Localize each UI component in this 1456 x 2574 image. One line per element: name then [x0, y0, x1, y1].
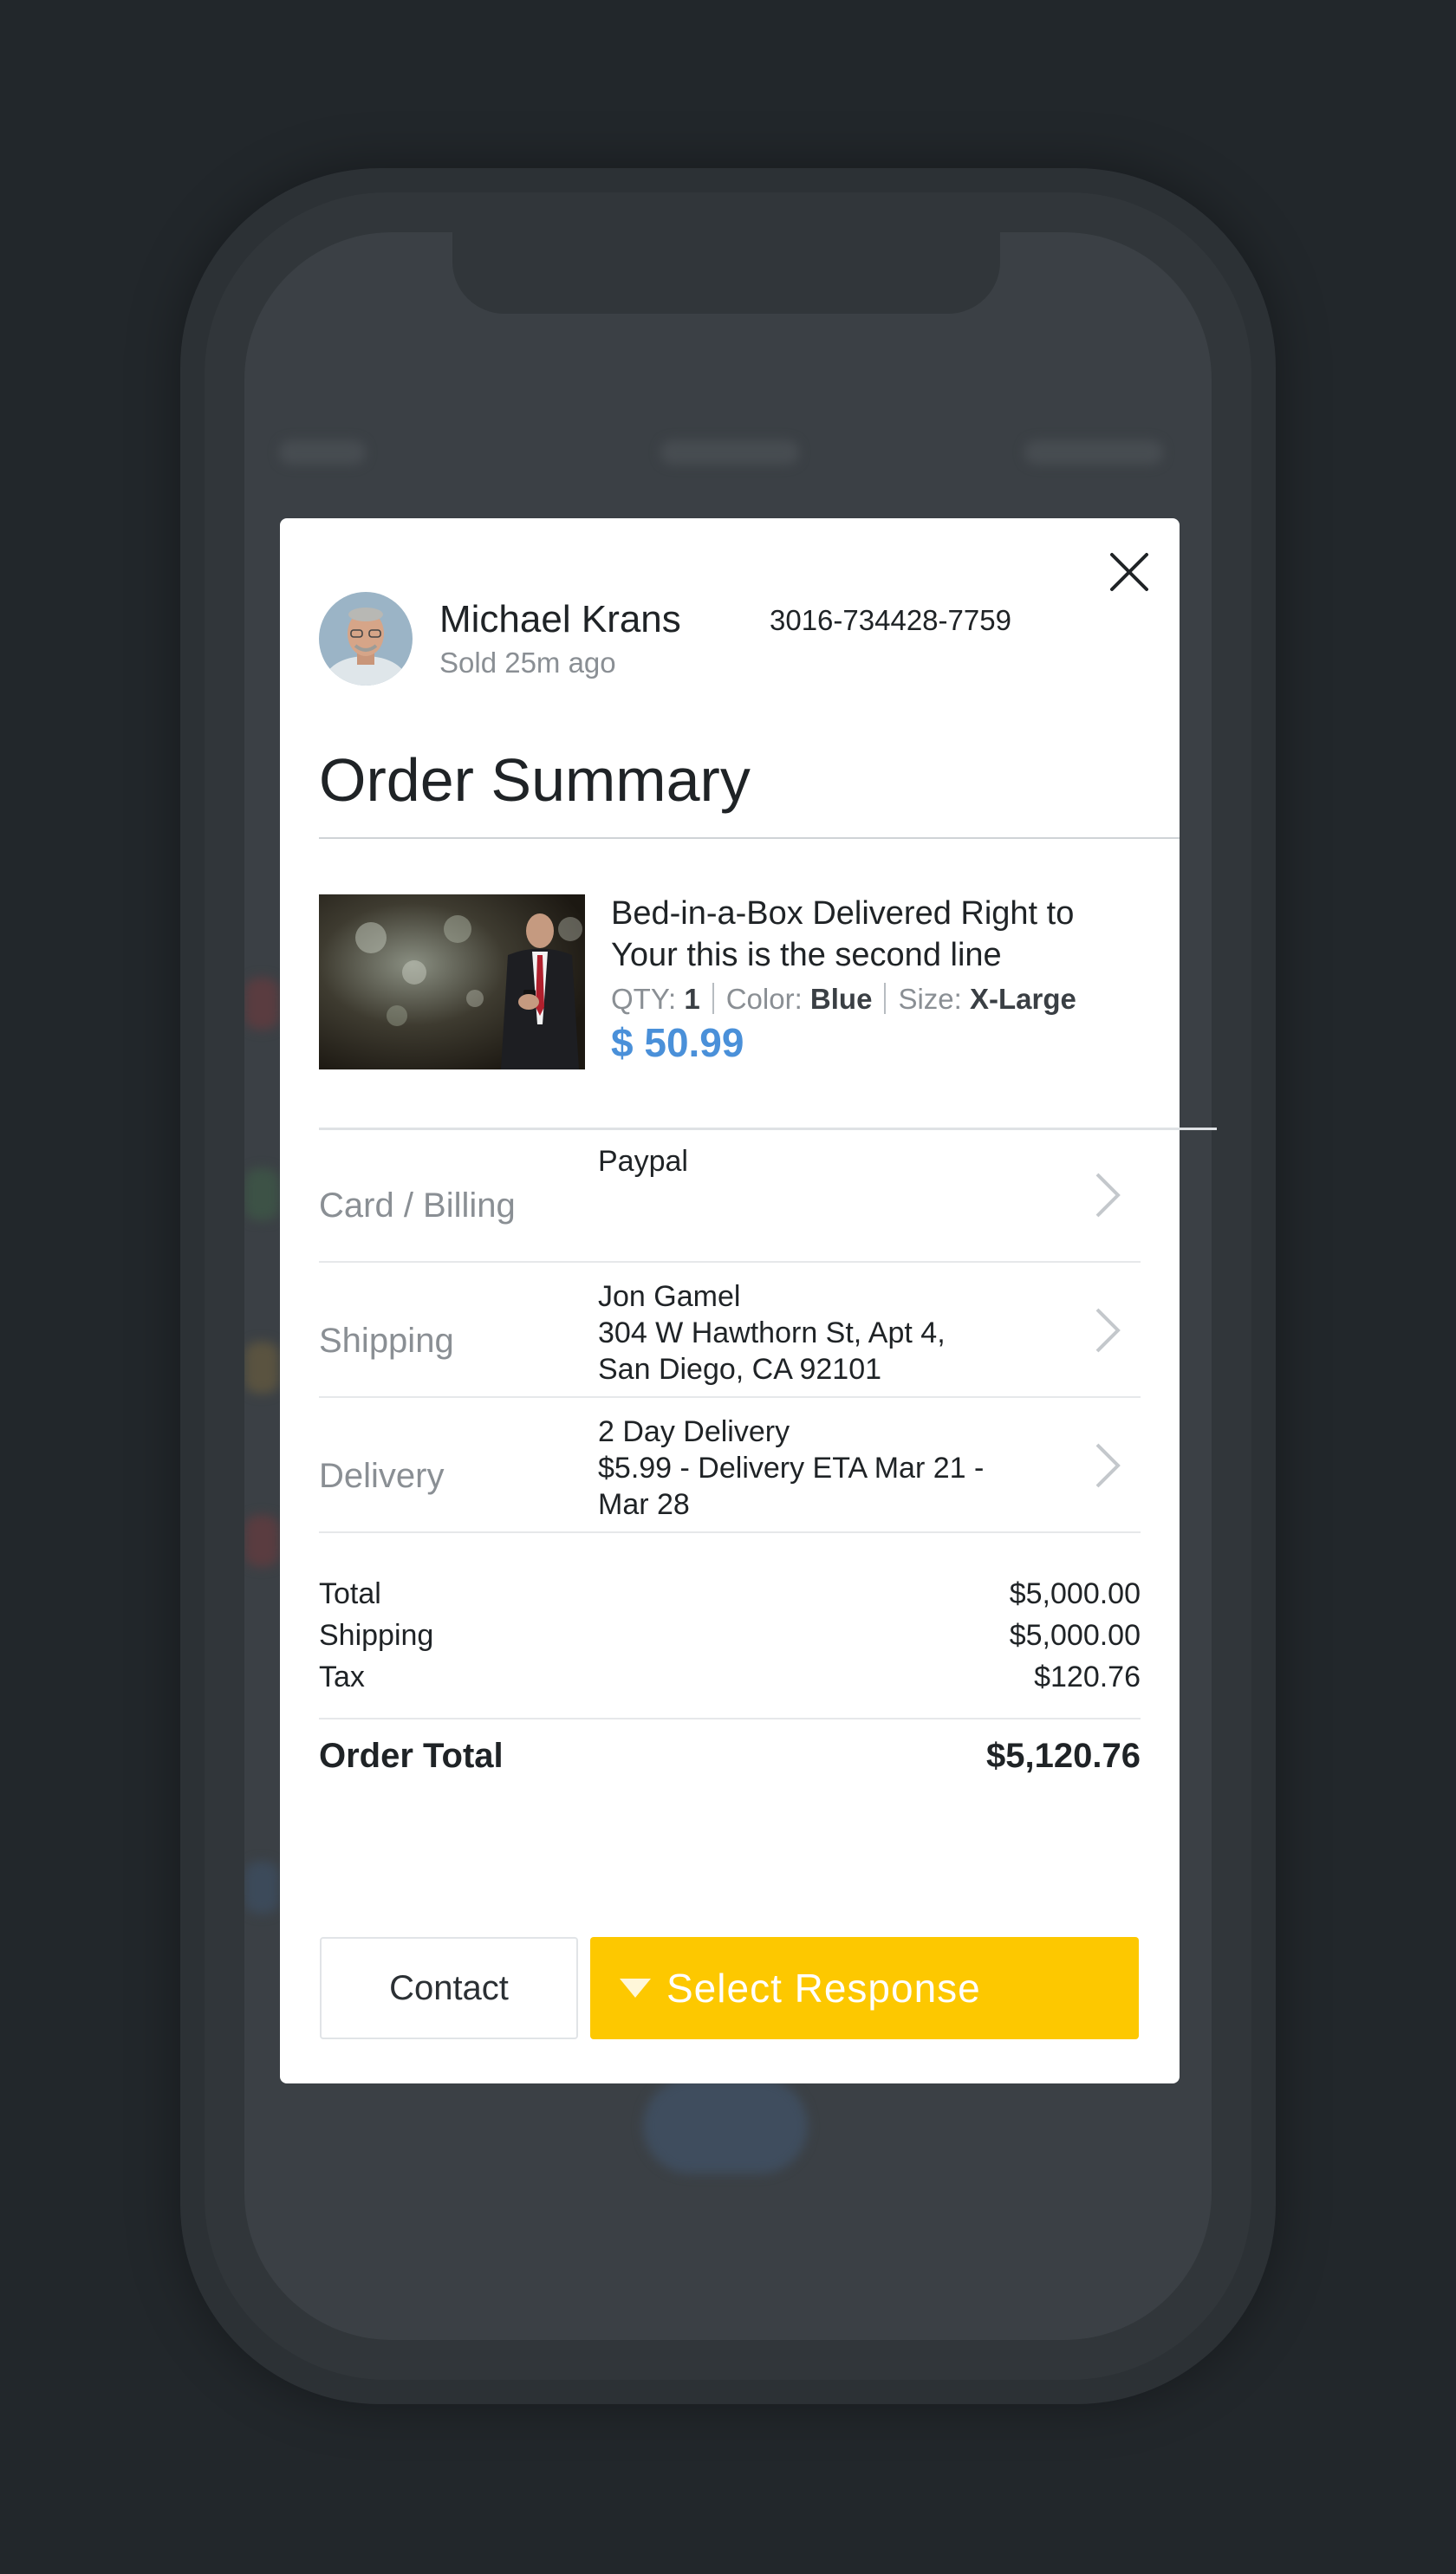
- order-total-line: Order Total $5,120.76: [319, 1737, 1141, 1776]
- sold-time: Sold 25m ago: [439, 647, 616, 679]
- total-value: $5,000.00: [1009, 1577, 1141, 1610]
- color-value: Blue: [809, 983, 873, 1015]
- product-image: [319, 894, 585, 1069]
- qty-value: 1: [684, 983, 700, 1015]
- background-list-marker: [244, 1862, 279, 1914]
- chevron-right-icon: [1095, 1443, 1121, 1488]
- contact-button-label: Contact: [389, 1968, 509, 2007]
- avatar: [319, 592, 413, 686]
- detail-value: Paypal: [598, 1143, 1049, 1180]
- detail-value-line: 304 W Hawthorn St, Apt 4,: [598, 1316, 946, 1349]
- detail-label: Shipping: [319, 1322, 454, 1360]
- background-list-marker: [244, 978, 279, 1030]
- product-attributes: QTY: 1 Color: Blue Size: X-Large: [611, 983, 1076, 1016]
- page-title: Order Summary: [319, 746, 751, 814]
- size-value: X-Large: [969, 983, 1076, 1015]
- product-name-line: Bed-in-a-Box Delivered Right to: [611, 895, 1075, 932]
- order-total-value: $5,120.76: [986, 1737, 1141, 1775]
- close-button[interactable]: [1105, 548, 1154, 596]
- card-billing-row[interactable]: Card / Billing Paypal: [319, 1128, 1141, 1263]
- tax-line: Tax $120.76: [319, 1661, 1141, 1694]
- order-summary-modal: Michael Krans Sold 25m ago 3016-734428-7…: [280, 518, 1217, 2083]
- select-response-label: Select Response: [666, 1966, 981, 2011]
- chevron-right-icon: [1095, 1173, 1121, 1218]
- shipping-row[interactable]: Shipping Jon Gamel 304 W Hawthorn St, Ap…: [319, 1263, 1141, 1398]
- total-label: Total: [319, 1577, 381, 1610]
- background-list-marker: [244, 1515, 279, 1567]
- caret-down-icon: [620, 1979, 651, 1998]
- background-status-text: [660, 440, 799, 465]
- total-line: Total $5,000.00: [319, 1577, 1141, 1611]
- detail-label: Card / Billing: [319, 1186, 516, 1225]
- contact-button[interactable]: Contact: [320, 1937, 578, 2039]
- detail-value: 2 Day Delivery $5.99 - Delivery ETA Mar …: [598, 1414, 1049, 1523]
- detail-value-line: $5.99 - Delivery ETA Mar 21 -: [598, 1452, 985, 1485]
- detail-label: Delivery: [319, 1457, 445, 1495]
- close-icon: [1110, 553, 1148, 591]
- divider: [319, 1718, 1141, 1719]
- chevron-right-icon: [1095, 1308, 1121, 1353]
- detail-value: Jon Gamel 304 W Hawthorn St, Apt 4, San …: [598, 1278, 1049, 1388]
- select-response-button[interactable]: Select Response: [590, 1937, 1139, 2039]
- seller-name: Michael Krans: [439, 598, 681, 640]
- detail-value-line: Mar 28: [598, 1488, 690, 1521]
- attribute-separator: [712, 983, 714, 1014]
- detail-value-line: Jon Gamel: [598, 1280, 741, 1313]
- background-status-text: [1024, 440, 1163, 465]
- size-label: Size:: [898, 983, 962, 1015]
- shipping-total-label: Shipping: [319, 1619, 434, 1652]
- product-name-line: Your this is the second line: [611, 937, 1002, 973]
- order-id: 3016-734428-7759: [770, 604, 1011, 636]
- shipping-total-value: $5,000.00: [1009, 1619, 1141, 1652]
- background-list-marker: [244, 1168, 279, 1220]
- detail-value-line: 2 Day Delivery: [598, 1415, 790, 1448]
- delivery-row[interactable]: Delivery 2 Day Delivery $5.99 - Delivery…: [319, 1398, 1141, 1533]
- attribute-separator: [884, 983, 887, 1014]
- qty-label: QTY:: [611, 983, 677, 1015]
- product-price: $ 50.99: [611, 1020, 744, 1065]
- shipping-total-line: Shipping $5,000.00: [319, 1619, 1141, 1653]
- background-tab-button: [643, 2078, 808, 2174]
- color-label: Color:: [725, 983, 803, 1015]
- background-list-marker: [244, 1342, 279, 1394]
- product-name: Bed-in-a-Box Delivered Right to Your thi…: [611, 893, 1148, 976]
- detail-value-line: San Diego, CA 92101: [598, 1353, 882, 1386]
- order-total-label: Order Total: [319, 1737, 504, 1775]
- tax-label: Tax: [319, 1661, 365, 1693]
- detail-value-line: Paypal: [598, 1145, 688, 1178]
- divider: [319, 837, 1180, 839]
- phone-notch: [452, 232, 1000, 314]
- tax-value: $120.76: [1034, 1661, 1141, 1693]
- background-status-text: [279, 440, 366, 465]
